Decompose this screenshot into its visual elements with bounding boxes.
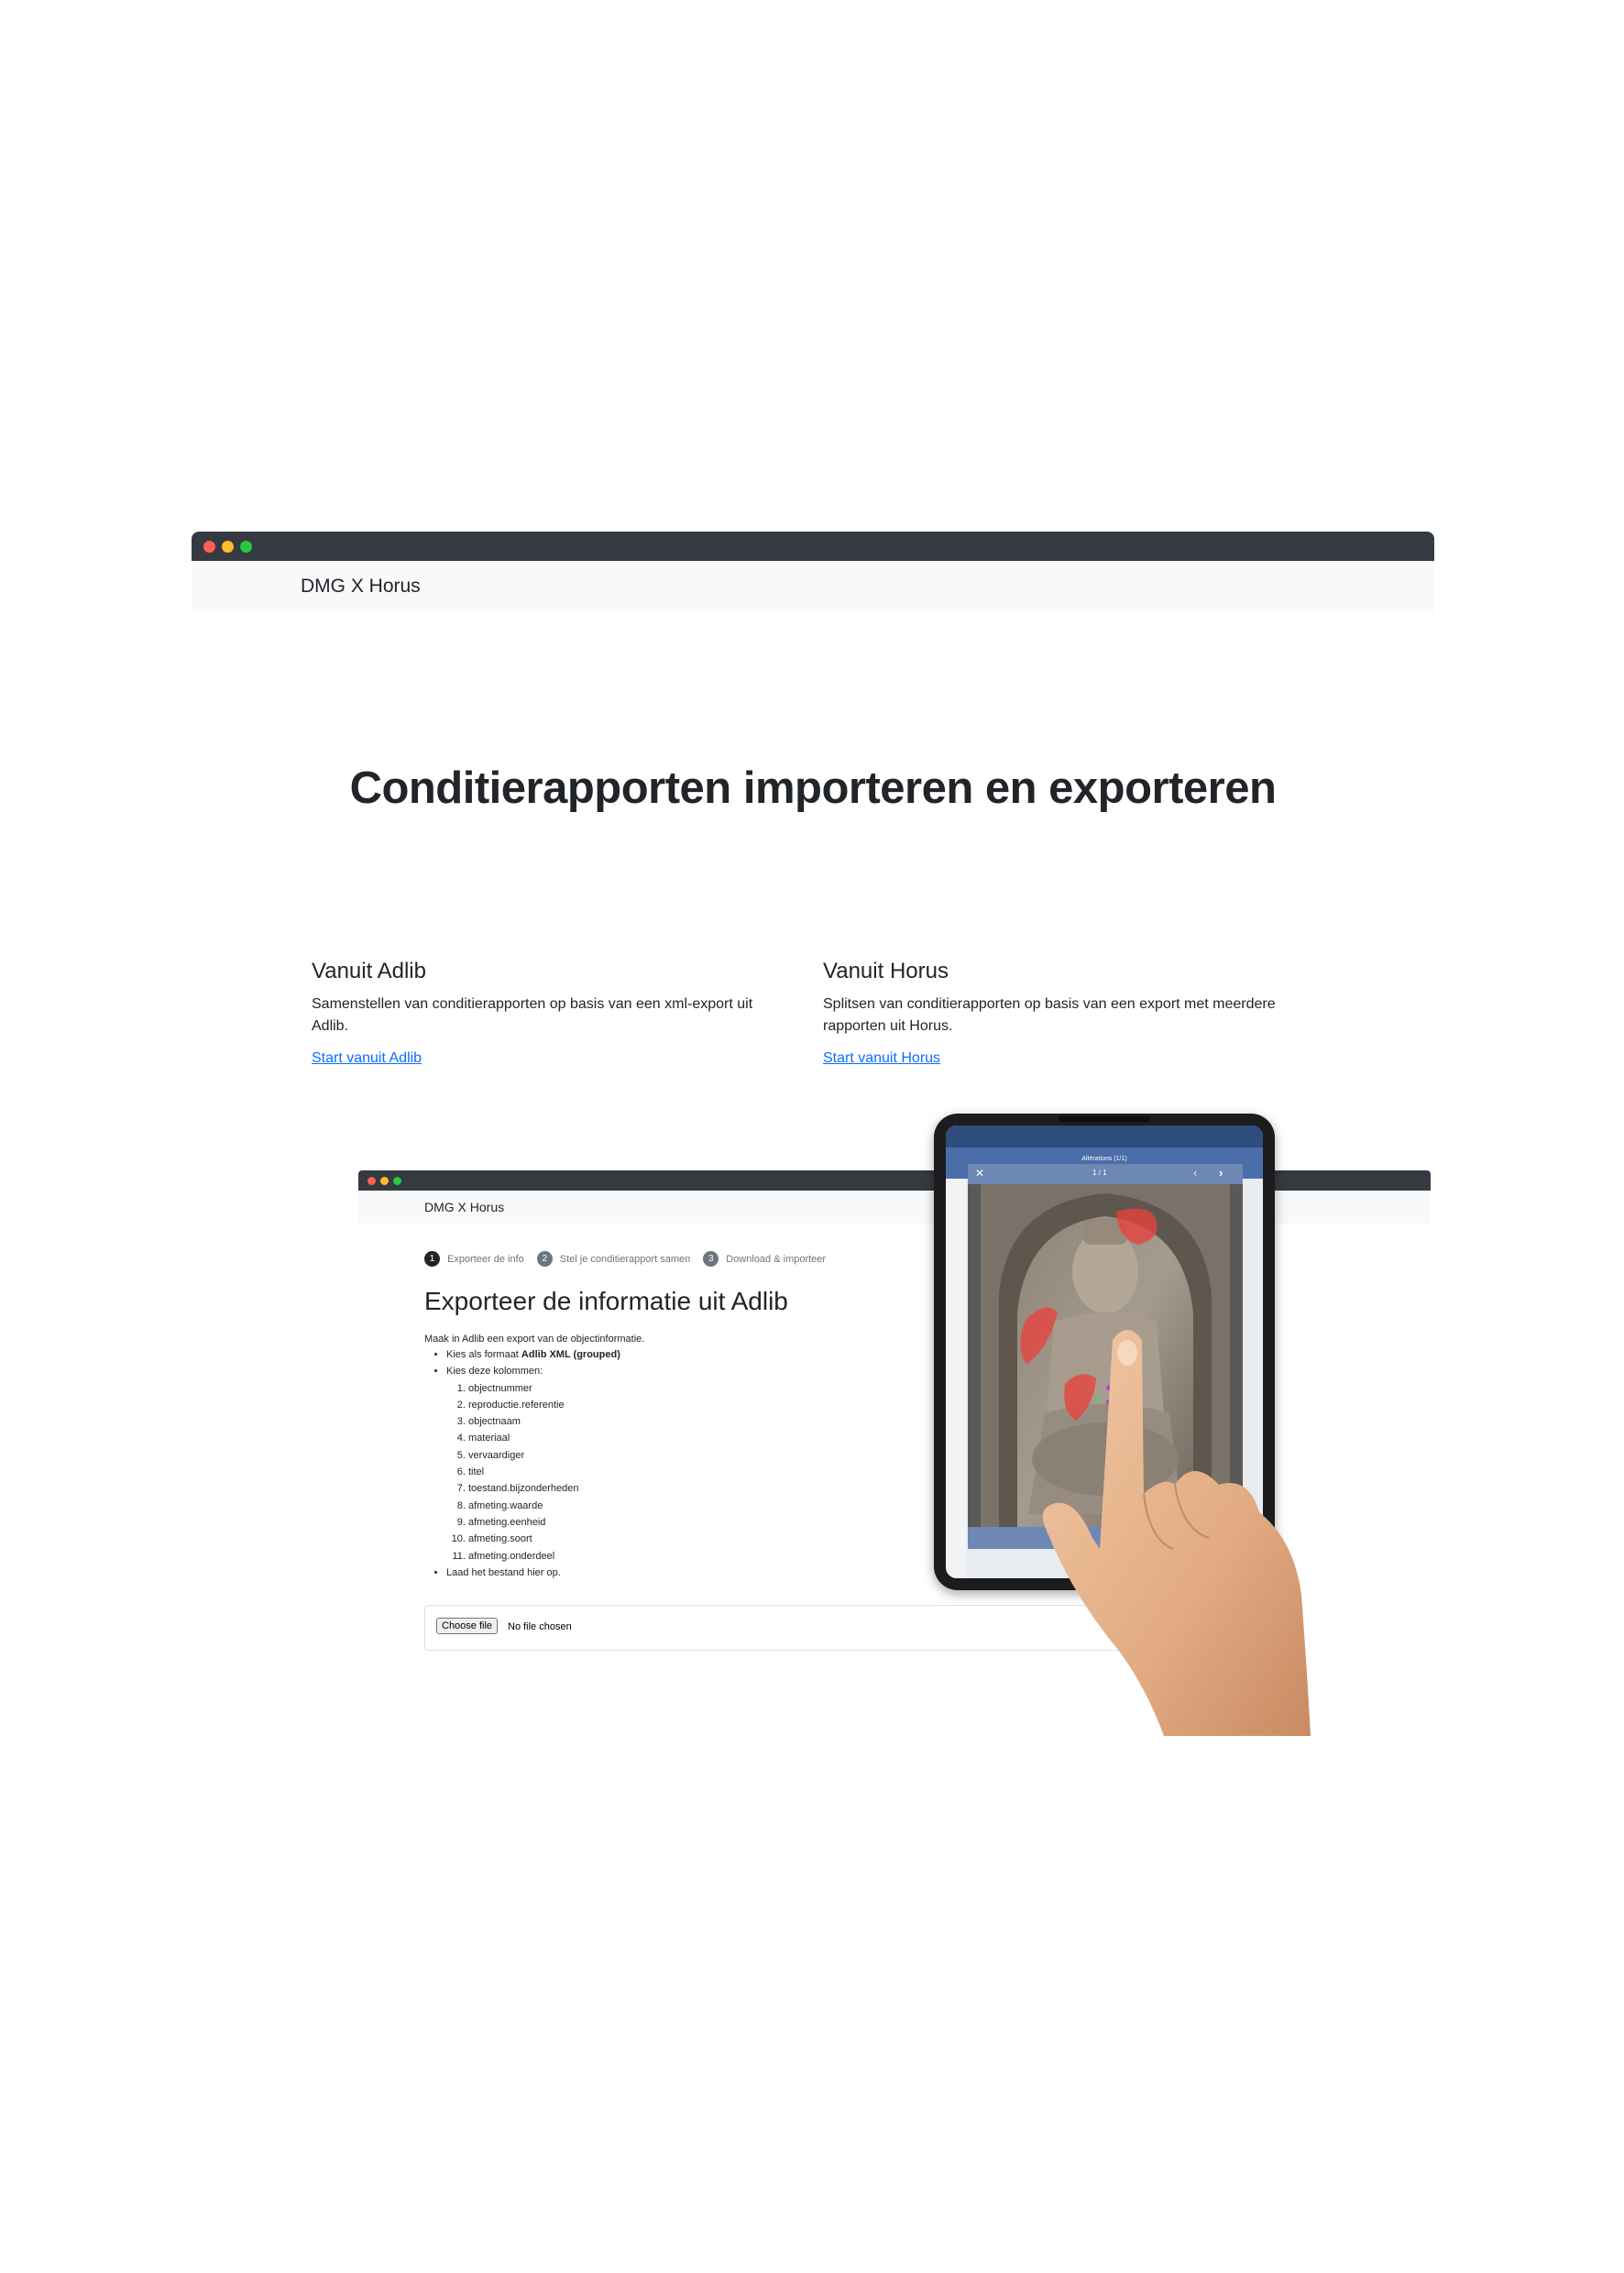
column-item: afmeting.eenheid [468,1514,620,1531]
horus-text: Splitsen van conditierapporten op basis … [823,996,1276,1034]
column-item: reproductie.referentie [468,1397,620,1413]
step-3: 3 Download & importeer [703,1251,826,1267]
chevron-left-icon[interactable]: ‹ [1193,1166,1197,1180]
app-title: Altérations (1/1) [1081,1156,1127,1162]
step-2: 2 Stel je conditierapport samen [536,1251,691,1267]
file-status: No file chosen [508,1621,572,1632]
tablet-camera [1059,1116,1150,1122]
adlib-text: Samenstellen van conditierapporten op ba… [312,996,753,1034]
column-item: vervaardiger [468,1447,620,1464]
inner-lead: Maak in Adlib een export van de objectin… [424,1334,645,1345]
window-titlebar [192,532,1434,561]
close-window-dot[interactable] [203,541,215,553]
column-item: toestand.bijzonderheden [468,1480,620,1497]
start-adlib-link[interactable]: Start vanuit Adlib [312,1050,422,1067]
adlib-title: Vanuit Adlib [312,959,426,983]
adlib-section: Vanuit Adlib Samenstellen van conditiera… [312,959,788,1067]
list-item: Kies deze kolommen: objectnummer reprodu… [446,1363,620,1565]
close-icon[interactable]: ✕ [975,1167,984,1180]
step-1: 1 Exporteer de info [424,1251,524,1267]
stepper: 1 Exporteer de info 2 Stel je conditiera… [424,1251,839,1267]
bullet-text: Kies als formaat [446,1349,521,1360]
column-item: afmeting.waarde [468,1498,620,1514]
bullet-text: Kies deze kolommen: [446,1366,543,1378]
horus-title: Vanuit Horus [823,959,949,983]
step-label: Stel je conditierapport samen [559,1253,691,1265]
column-item: objectnummer [468,1380,620,1397]
navbar-brand[interactable]: DMG X Horus [301,576,421,598]
tablet-statusbar [946,1126,1263,1147]
column-item: afmeting.soort [468,1531,620,1547]
column-item: titel [468,1464,620,1480]
instruction-list: Kies als formaat Adlib XML (grouped) Kie… [424,1346,620,1581]
step-label: Download & importeer [726,1253,827,1265]
inner-close-dot [368,1177,376,1185]
inner-minimize-dot [380,1177,389,1185]
horus-section: Vanuit Horus Splitsen van conditierappor… [823,959,1300,1067]
list-item: Kies als formaat Adlib XML (grouped) [446,1346,620,1363]
step-label: Exporteer de info [447,1253,524,1265]
inner-brand: DMG X Horus [424,1200,505,1214]
inner-maximize-dot [393,1177,401,1185]
list-item: Laad het bestand hier op. [446,1565,620,1581]
step-number: 2 [536,1251,553,1267]
column-item: objectnaam [468,1413,620,1430]
choose-file-button[interactable]: Choose file [436,1618,499,1634]
format-name: Adlib XML (grouped) [521,1349,620,1360]
viewer-counter: 1 / 1 [1092,1169,1107,1177]
column-item: materiaal [468,1430,620,1446]
chevron-right-icon[interactable]: › [1219,1166,1223,1180]
column-item: afmeting.onderdeel [468,1548,620,1565]
tablet-sidebar [946,1179,966,1578]
start-horus-link[interactable]: Start vanuit Horus [823,1050,940,1067]
page-title: Conditierapporten importeren en exporter… [349,763,1277,813]
step-number: 3 [703,1251,719,1267]
column-list: objectnummer reproductie.referentie obje… [446,1380,620,1565]
hand-image [1042,1330,1311,1736]
inner-heading: Exporteer de informatie uit Adlib [424,1287,788,1315]
maximize-window-dot[interactable] [240,541,252,553]
viewer-toolbar: ✕ 1 / 1 ‹ › [968,1164,1243,1184]
minimize-window-dot[interactable] [222,541,234,553]
step-number: 1 [424,1251,440,1267]
